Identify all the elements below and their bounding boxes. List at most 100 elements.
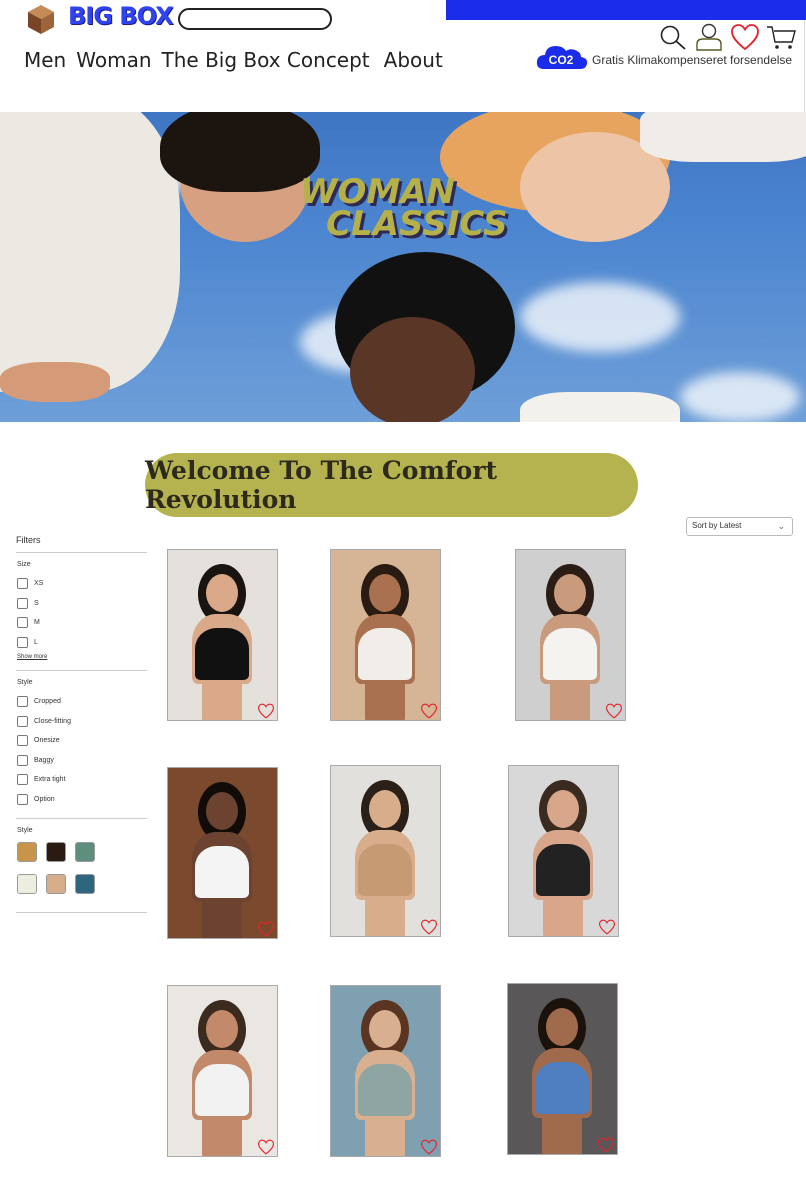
model-legs bbox=[543, 896, 583, 936]
cart-icon[interactable] bbox=[766, 22, 796, 52]
top-accent-bar bbox=[446, 0, 806, 20]
model-legs bbox=[202, 680, 242, 720]
model-garment bbox=[195, 1064, 249, 1116]
heart-icon[interactable] bbox=[730, 22, 760, 52]
brand-logo[interactable]: BIG BOX bbox=[68, 2, 174, 30]
model-legs bbox=[202, 898, 242, 938]
model-face bbox=[206, 574, 238, 612]
model-face bbox=[554, 574, 586, 612]
checkbox[interactable] bbox=[17, 597, 28, 609]
shipping-text: Gratis Klimakompenseret forsendelse bbox=[592, 53, 793, 67]
style-option-cropped[interactable]: Cropped bbox=[16, 692, 147, 712]
hero-person-left bbox=[0, 112, 180, 392]
favorite-heart-icon[interactable] bbox=[257, 703, 275, 719]
divider bbox=[16, 552, 147, 553]
product-card[interactable] bbox=[330, 549, 441, 721]
hero-banner: WOMAN CLASSICS bbox=[0, 112, 806, 422]
color-swatch[interactable] bbox=[46, 842, 66, 862]
search-input[interactable] bbox=[178, 8, 332, 30]
style-option-onesize[interactable]: Onesize bbox=[16, 731, 147, 751]
model-garment bbox=[536, 844, 590, 896]
favorite-heart-icon[interactable] bbox=[257, 1139, 275, 1155]
divider bbox=[16, 818, 147, 819]
checkbox[interactable] bbox=[17, 774, 28, 786]
model-garment bbox=[358, 844, 412, 896]
search-icon[interactable] bbox=[658, 22, 688, 52]
color-swatch[interactable] bbox=[75, 842, 95, 862]
show-more-link[interactable]: Show more bbox=[17, 654, 147, 660]
user-icon[interactable] bbox=[694, 22, 724, 52]
favorite-heart-icon[interactable] bbox=[420, 919, 438, 935]
co2-cloud-badge: CO2 bbox=[536, 42, 588, 70]
box-logo-icon[interactable] bbox=[24, 2, 58, 36]
checkbox[interactable] bbox=[17, 715, 28, 727]
product-card[interactable] bbox=[167, 985, 278, 1157]
model-face bbox=[206, 792, 238, 830]
model-face bbox=[369, 1010, 401, 1048]
nav-woman[interactable]: Woman bbox=[76, 48, 151, 72]
style-option-close-fitting[interactable]: Close-fitting bbox=[16, 712, 147, 732]
model-legs bbox=[550, 680, 590, 720]
size-title: Size bbox=[17, 561, 31, 568]
divider bbox=[16, 912, 147, 913]
size-option-s[interactable]: S bbox=[16, 594, 147, 614]
model-face bbox=[546, 1008, 578, 1046]
model-garment bbox=[358, 628, 412, 680]
sort-select[interactable]: Sort by Latest ⌄ bbox=[686, 517, 793, 536]
checkbox[interactable] bbox=[17, 696, 28, 708]
product-card[interactable] bbox=[330, 765, 441, 937]
checkbox[interactable] bbox=[17, 578, 28, 590]
model-garment bbox=[195, 846, 249, 898]
product-card[interactable] bbox=[167, 549, 278, 721]
main-nav: Men Woman The Big Box Concept About bbox=[24, 48, 443, 72]
product-card[interactable] bbox=[515, 549, 626, 721]
color-swatch[interactable] bbox=[75, 874, 95, 894]
hero-title-line2: CLASSICS bbox=[326, 204, 508, 244]
nav-about[interactable]: About bbox=[384, 48, 443, 72]
sort-selected-label: Sort by Latest bbox=[692, 521, 742, 530]
favorite-heart-icon[interactable] bbox=[257, 921, 275, 937]
checkbox[interactable] bbox=[17, 754, 28, 766]
style-option-baggy[interactable]: Baggy bbox=[16, 751, 147, 771]
product-card[interactable] bbox=[167, 767, 278, 939]
nav-men[interactable]: Men bbox=[24, 48, 66, 72]
size-option-xs[interactable]: XS bbox=[16, 574, 147, 594]
size-option-m[interactable]: M bbox=[16, 613, 147, 633]
header-icons bbox=[658, 22, 796, 52]
product-card[interactable] bbox=[330, 985, 441, 1157]
product-card[interactable] bbox=[508, 765, 619, 937]
style-option-extra-tight[interactable]: Extra tight bbox=[16, 770, 147, 790]
model-legs bbox=[365, 680, 405, 720]
co2-label: CO2 bbox=[549, 53, 574, 67]
favorite-heart-icon[interactable] bbox=[598, 919, 616, 935]
favorite-heart-icon[interactable] bbox=[420, 703, 438, 719]
filters-panel: Filters Size XS S M L Show more Style Cr… bbox=[16, 535, 147, 921]
size-option-l[interactable]: L bbox=[16, 633, 147, 653]
checkbox[interactable] bbox=[17, 735, 28, 747]
model-garment bbox=[535, 1062, 589, 1114]
hero-title: WOMAN CLASSICS bbox=[300, 175, 508, 244]
color-swatch[interactable] bbox=[46, 874, 66, 894]
checkbox[interactable] bbox=[17, 636, 28, 648]
model-face bbox=[369, 574, 401, 612]
favorite-heart-icon[interactable] bbox=[420, 1139, 438, 1155]
style-option-option[interactable]: Option bbox=[16, 790, 147, 810]
favorite-heart-icon[interactable] bbox=[597, 1137, 615, 1153]
model-legs bbox=[365, 1116, 405, 1156]
color-swatch[interactable] bbox=[17, 874, 37, 894]
checkbox[interactable] bbox=[17, 617, 28, 629]
favorite-heart-icon[interactable] bbox=[605, 703, 623, 719]
model-garment bbox=[543, 628, 597, 680]
model-legs bbox=[542, 1114, 582, 1154]
divider bbox=[16, 670, 147, 671]
model-garment bbox=[195, 628, 249, 680]
model-face bbox=[547, 790, 579, 828]
product-card[interactable] bbox=[507, 983, 618, 1155]
color-swatches bbox=[17, 842, 147, 894]
checkbox[interactable] bbox=[17, 793, 28, 805]
header-divider bbox=[804, 20, 805, 112]
filters-heading: Filters bbox=[16, 535, 41, 545]
color-swatch[interactable] bbox=[17, 842, 37, 862]
model-garment bbox=[358, 1064, 412, 1116]
nav-big-box-concept[interactable]: The Big Box Concept bbox=[162, 48, 370, 72]
